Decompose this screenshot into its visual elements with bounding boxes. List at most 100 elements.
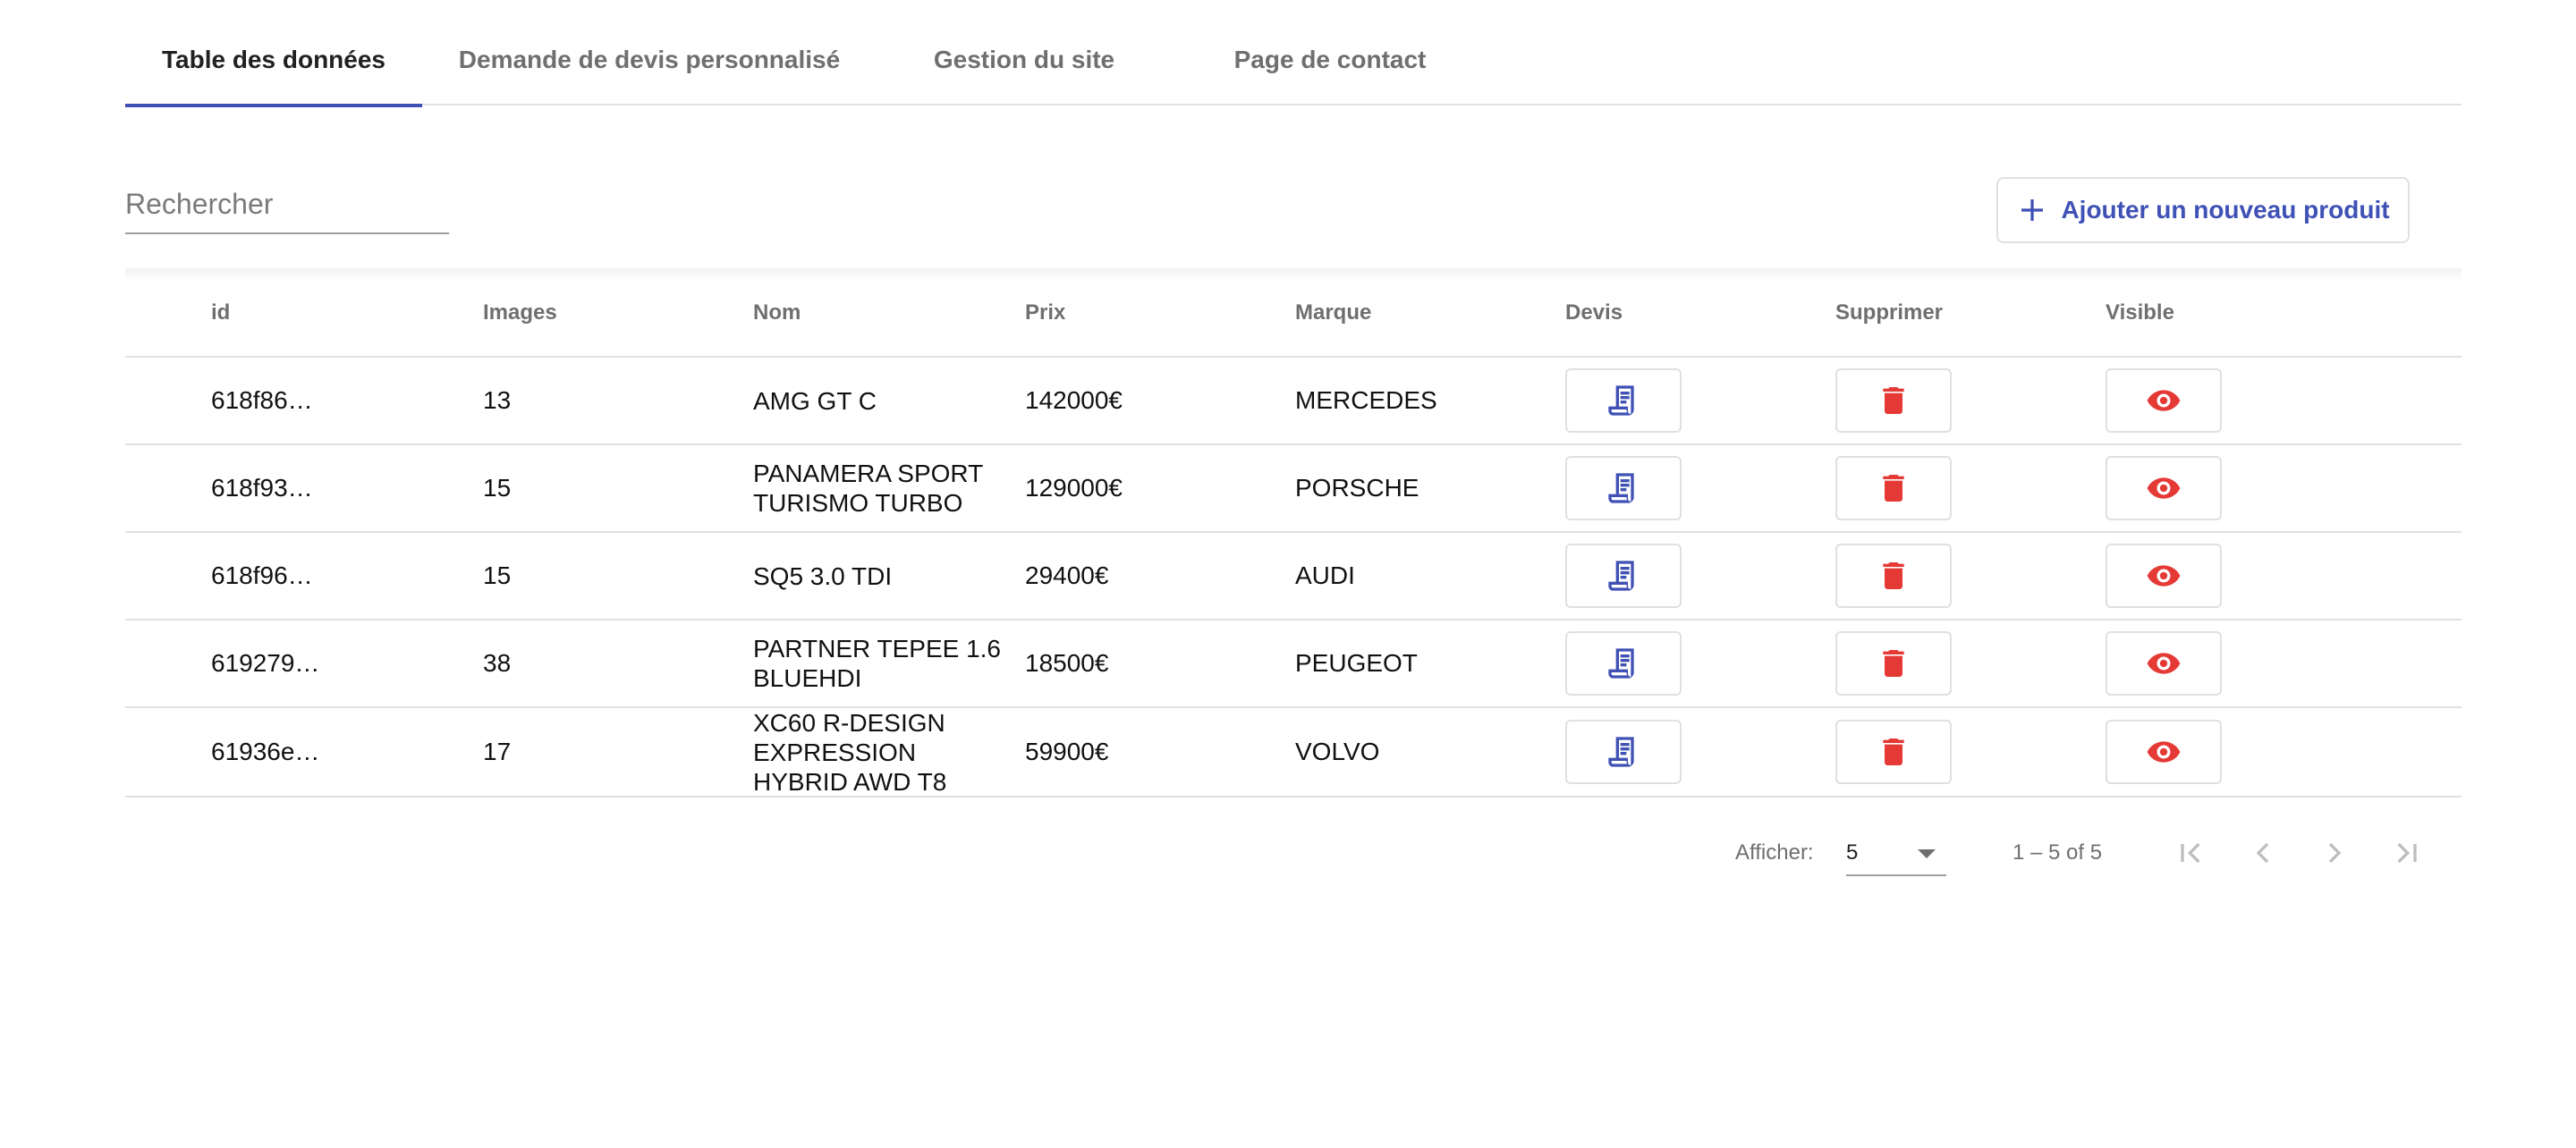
cell-visible: [2106, 533, 2222, 619]
cell-images: 17: [483, 738, 512, 765]
receipt-icon: [1608, 737, 1634, 767]
cell-prix: 129000€: [1025, 474, 1123, 502]
plus-icon: [2021, 199, 2044, 221]
devis-button[interactable]: [1565, 368, 1682, 433]
cell-marque: AUDI: [1295, 561, 1355, 589]
cell-marque: PEUGEOT: [1295, 649, 1418, 677]
visibility-toggle[interactable]: [2106, 544, 2222, 608]
cell-devis: [1565, 620, 1682, 706]
cell-devis: [1565, 533, 1682, 619]
cell-nom: PARTNER TEPEE 1.6 BLUEHDI: [753, 635, 1001, 692]
last-page-icon: [2397, 842, 2417, 864]
cell-supprimer: [1835, 620, 1952, 706]
cell-marque: VOLVO: [1295, 738, 1380, 765]
header-id[interactable]: id: [211, 300, 230, 325]
cell-images: 15: [483, 474, 512, 502]
cell-images: 13: [483, 386, 512, 414]
eye-icon: [2147, 565, 2181, 587]
add-product-button[interactable]: Ajouter un nouveau produit: [1996, 177, 2410, 243]
header-visible: Visible: [2106, 300, 2174, 325]
trash-icon: [1883, 475, 1904, 502]
cell-devis: [1565, 708, 1682, 796]
header-marque[interactable]: Marque: [1295, 300, 1371, 325]
delete-button[interactable]: [1835, 631, 1952, 696]
table-row: 618f86… 13 AMG GT C 142000€ MERCEDES: [125, 358, 2462, 445]
tab-gestion-du-site[interactable]: Gestion du site: [911, 32, 1138, 106]
cell-visible: [2106, 620, 2222, 706]
trash-icon: [1883, 650, 1904, 677]
table-row: 618f93… 15 PANAMERA SPORT TURISMO TURBO …: [125, 445, 2462, 533]
visibility-toggle[interactable]: [2106, 456, 2222, 520]
cell-id: 619279…: [211, 649, 320, 677]
delete-button[interactable]: [1835, 456, 1952, 520]
cell-nom: PANAMERA SPORT TURISMO TURBO: [753, 460, 983, 517]
header-devis: Devis: [1565, 300, 1623, 325]
previous-page-button[interactable]: [2241, 831, 2284, 874]
visibility-toggle[interactable]: [2106, 720, 2222, 784]
cell-devis: [1565, 358, 1682, 443]
tab-table-des-donnees[interactable]: Table des données: [125, 32, 422, 107]
eye-icon: [2147, 653, 2181, 674]
table-header: id Images Nom Prix Marque Devis Supprime…: [125, 268, 2462, 358]
cell-prix: 59900€: [1025, 738, 1109, 765]
cell-images: 38: [483, 649, 512, 677]
receipt-icon: [1608, 561, 1634, 591]
devis-button[interactable]: [1565, 456, 1682, 520]
cell-prix: 29400€: [1025, 561, 1109, 589]
header-prix[interactable]: Prix: [1025, 300, 1065, 325]
page-range: 1 – 5 of 5: [2012, 840, 2103, 865]
search-input[interactable]: [125, 175, 449, 232]
cell-nom: SQ5 3.0 TDI: [753, 561, 893, 590]
page-size-label: Afficher:: [1735, 840, 1814, 865]
cell-nom: AMG GT C: [753, 386, 877, 415]
header-supprimer: Supprimer: [1835, 300, 1944, 325]
header-nom[interactable]: Nom: [753, 300, 801, 325]
visibility-toggle[interactable]: [2106, 631, 2222, 696]
header-images[interactable]: Images: [483, 300, 557, 325]
cell-marque: MERCEDES: [1295, 386, 1437, 414]
cell-id: 618f96…: [211, 561, 313, 589]
next-page-button[interactable]: [2313, 831, 2356, 874]
eye-icon: [2147, 477, 2181, 499]
trash-icon: [1883, 387, 1904, 414]
eye-icon: [2147, 390, 2181, 411]
cell-supprimer: [1835, 708, 1952, 796]
paginator: Afficher: 5 1 – 5 of 5: [1735, 826, 2451, 880]
next-page-icon: [2328, 842, 2342, 864]
trash-icon: [1883, 562, 1904, 589]
eye-icon: [2147, 741, 2181, 763]
cell-visible: [2106, 445, 2222, 531]
delete-button[interactable]: [1835, 368, 1952, 433]
products-table: id Images Nom Prix Marque Devis Supprime…: [125, 268, 2462, 798]
cell-marque: PORSCHE: [1295, 474, 1419, 502]
delete-button[interactable]: [1835, 544, 1952, 608]
cell-id: 618f86…: [211, 386, 313, 414]
cell-id: 61936e…: [211, 738, 320, 765]
delete-button[interactable]: [1835, 720, 1952, 784]
devis-button[interactable]: [1565, 631, 1682, 696]
previous-page-icon: [2256, 842, 2269, 864]
page-size-select[interactable]: 5: [1846, 831, 1946, 876]
receipt-icon: [1608, 648, 1634, 679]
cell-visible: [2106, 708, 2222, 796]
table-row: 619279… 38 PARTNER TEPEE 1.6 BLUEHDI 185…: [125, 620, 2462, 708]
add-product-label: Ajouter un nouveau produit: [2061, 196, 2390, 224]
table-row: 618f96… 15 SQ5 3.0 TDI 29400€ AUDI: [125, 533, 2462, 620]
cell-images: 15: [483, 561, 512, 589]
tab-bar: Table des données Demande de devis perso…: [125, 32, 2462, 107]
last-page-button[interactable]: [2385, 831, 2428, 874]
chevron-down-icon: [1918, 849, 1936, 858]
first-page-button[interactable]: [2170, 831, 2213, 874]
tab-page-de-contact[interactable]: Page de contact: [1186, 32, 1474, 106]
visibility-toggle[interactable]: [2106, 368, 2222, 433]
devis-button[interactable]: [1565, 720, 1682, 784]
page-size-value: 5: [1846, 840, 1859, 865]
first-page-icon: [2181, 842, 2200, 864]
cell-id: 618f93…: [211, 474, 313, 502]
search-field: [125, 175, 449, 234]
devis-button[interactable]: [1565, 544, 1682, 608]
receipt-icon: [1608, 473, 1634, 503]
cell-supprimer: [1835, 533, 1952, 619]
cell-supprimer: [1835, 445, 1952, 531]
tab-demande-de-devis[interactable]: Demande de devis personnalisé: [453, 32, 846, 106]
